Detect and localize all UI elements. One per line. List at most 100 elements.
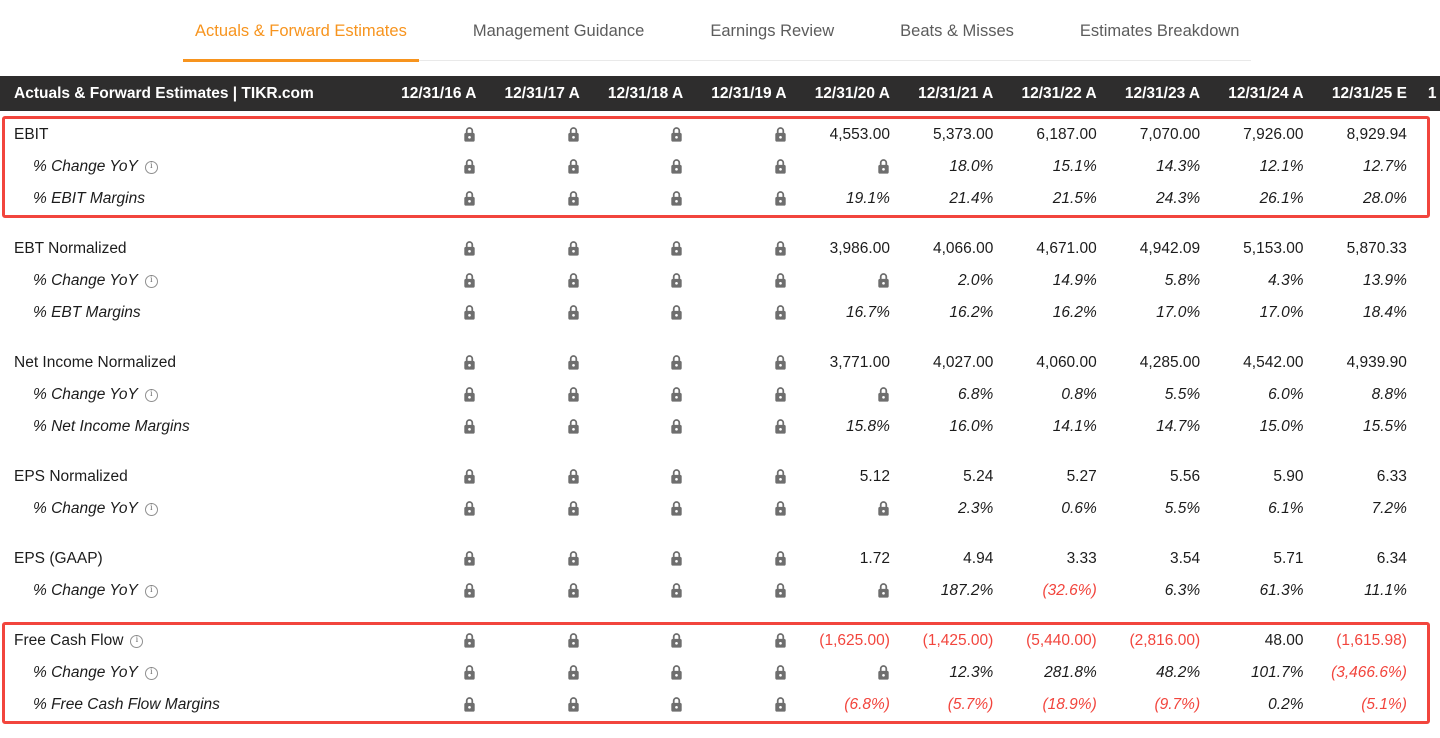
locked-cell[interactable] [683, 418, 786, 436]
value-cell: (6.8%) [787, 696, 890, 714]
row-label-cell: % EBIT Margins [5, 190, 373, 208]
lock-icon-wrap [774, 550, 787, 567]
row-label: % Change YoY [33, 158, 138, 176]
locked-cell[interactable] [580, 418, 683, 436]
locked-cell[interactable] [580, 158, 683, 176]
column-header: 12/31/24 A [1200, 85, 1303, 103]
locked-cell[interactable] [476, 418, 579, 436]
locked-cell[interactable] [683, 304, 786, 322]
locked-cell[interactable] [373, 126, 476, 144]
locked-cell[interactable] [580, 500, 683, 518]
locked-cell[interactable] [476, 304, 579, 322]
lock-icon [670, 386, 683, 403]
locked-cell[interactable] [476, 664, 579, 682]
locked-cell[interactable] [373, 418, 476, 436]
locked-cell[interactable] [476, 354, 579, 372]
locked-cell[interactable] [580, 354, 683, 372]
locked-cell[interactable] [683, 386, 786, 404]
locked-cell[interactable] [373, 240, 476, 258]
locked-cell[interactable] [580, 696, 683, 714]
locked-cell[interactable] [787, 158, 890, 176]
lock-icon-wrap [670, 632, 683, 649]
locked-cell[interactable] [683, 696, 786, 714]
value-cell: 2.3% [890, 500, 993, 518]
locked-cell[interactable] [787, 500, 890, 518]
locked-cell[interactable] [580, 550, 683, 568]
info-icon[interactable]: i [145, 389, 158, 402]
locked-cell[interactable] [580, 386, 683, 404]
locked-cell[interactable] [683, 240, 786, 258]
tab-earnings-review[interactable]: Earnings Review [698, 14, 846, 62]
locked-cell[interactable] [476, 500, 579, 518]
locked-cell[interactable] [373, 354, 476, 372]
locked-cell[interactable] [787, 386, 890, 404]
locked-cell[interactable] [683, 272, 786, 290]
locked-cell[interactable] [476, 582, 579, 600]
locked-cell[interactable] [476, 696, 579, 714]
locked-cell[interactable] [787, 664, 890, 682]
lock-icon [670, 550, 683, 567]
locked-cell[interactable] [373, 632, 476, 650]
locked-cell[interactable] [476, 272, 579, 290]
table-row: % Change YoYi2.3%0.6%5.5%6.1%7.2% [5, 493, 1427, 525]
locked-cell[interactable] [683, 500, 786, 518]
locked-cell[interactable] [373, 158, 476, 176]
locked-cell[interactable] [476, 550, 579, 568]
lock-icon [463, 696, 476, 713]
locked-cell[interactable] [683, 550, 786, 568]
locked-cell[interactable] [683, 468, 786, 486]
info-icon[interactable]: i [145, 667, 158, 680]
locked-cell[interactable] [476, 158, 579, 176]
locked-cell[interactable] [476, 126, 579, 144]
info-icon[interactable]: i [145, 161, 158, 174]
locked-cell[interactable] [476, 468, 579, 486]
locked-cell[interactable] [373, 272, 476, 290]
locked-cell[interactable] [373, 304, 476, 322]
locked-cell[interactable] [476, 386, 579, 404]
locked-cell[interactable] [373, 582, 476, 600]
locked-cell[interactable] [373, 190, 476, 208]
tab-management-guidance[interactable]: Management Guidance [461, 14, 657, 62]
value-cell: 14.7% [1097, 418, 1200, 436]
tab-estimates-breakdown[interactable]: Estimates Breakdown [1068, 14, 1252, 62]
value-cell: 7,926.00 [1200, 126, 1303, 144]
tab-beats-misses[interactable]: Beats & Misses [888, 14, 1026, 62]
locked-cell[interactable] [787, 582, 890, 600]
locked-cell[interactable] [580, 126, 683, 144]
locked-cell[interactable] [373, 468, 476, 486]
info-icon[interactable]: i [145, 503, 158, 516]
lock-icon-wrap [774, 272, 787, 289]
locked-cell[interactable] [787, 272, 890, 290]
locked-cell[interactable] [373, 664, 476, 682]
locked-cell[interactable] [683, 582, 786, 600]
tab-actuals-forward-estimates[interactable]: Actuals & Forward Estimates [183, 14, 419, 62]
locked-cell[interactable] [683, 354, 786, 372]
column-header: 12/31/18 A [580, 85, 683, 103]
locked-cell[interactable] [683, 664, 786, 682]
locked-cell[interactable] [580, 190, 683, 208]
locked-cell[interactable] [683, 126, 786, 144]
locked-cell[interactable] [580, 664, 683, 682]
locked-cell[interactable] [476, 632, 579, 650]
lock-icon [877, 500, 890, 517]
locked-cell[interactable] [476, 190, 579, 208]
locked-cell[interactable] [373, 696, 476, 714]
locked-cell[interactable] [373, 386, 476, 404]
locked-cell[interactable] [373, 550, 476, 568]
locked-cell[interactable] [683, 632, 786, 650]
info-icon[interactable]: i [145, 275, 158, 288]
locked-cell[interactable] [580, 272, 683, 290]
locked-cell[interactable] [580, 304, 683, 322]
locked-cell[interactable] [580, 240, 683, 258]
locked-cell[interactable] [580, 468, 683, 486]
info-icon[interactable]: i [145, 585, 158, 598]
locked-cell[interactable] [476, 240, 579, 258]
locked-cell[interactable] [580, 632, 683, 650]
locked-cell[interactable] [683, 190, 786, 208]
locked-cell[interactable] [580, 582, 683, 600]
locked-cell[interactable] [373, 500, 476, 518]
table-row: % EBT Margins16.7%16.2%16.2%17.0%17.0%18… [5, 297, 1427, 329]
lock-icon [567, 240, 580, 257]
locked-cell[interactable] [683, 158, 786, 176]
info-icon[interactable]: i [130, 635, 143, 648]
